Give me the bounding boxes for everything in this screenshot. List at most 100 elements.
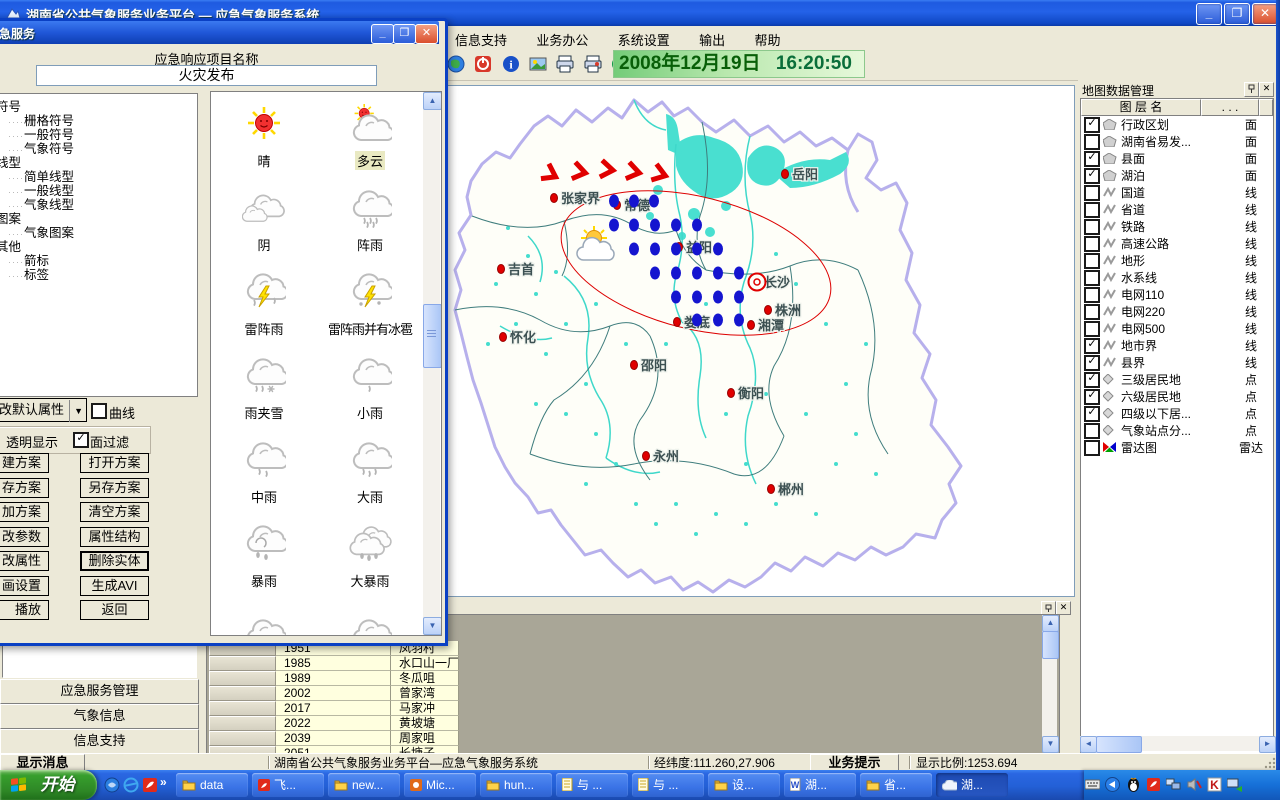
task-button[interactable]: 设... [708,773,780,797]
menu-help[interactable]: 帮助 [754,30,780,49]
tray-mute-icon[interactable] [1187,777,1202,792]
layer-row[interactable]: 铁路线 [1081,218,1273,235]
new-plan-button[interactable]: 建方案 [0,453,49,473]
sidebar-item-emergency-mgmt[interactable]: 应急服务管理 [0,679,199,704]
tray-monitor-icon[interactable] [1227,777,1242,792]
save-plan-button[interactable]: 存方案 [0,478,49,498]
tray-qq-icon[interactable] [1126,777,1141,792]
layer-checkbox[interactable] [1084,134,1100,150]
layer-checkbox[interactable]: ✓ [1084,355,1100,371]
weather-item-cloudy[interactable]: 多云 [317,104,423,188]
layer-row[interactable]: 高速公路线 [1081,235,1273,252]
weather-item-overcast[interactable]: 阴 [211,188,317,272]
tree-item[interactable]: ····简单线型 [0,170,197,184]
layer-row[interactable]: ✓地市界线 [1081,337,1273,354]
layer-row[interactable]: 国道线 [1081,184,1273,201]
tree-item[interactable]: ····栅格符号 [0,114,197,128]
weather-item-sleet[interactable]: 雨夹雪 [211,356,317,440]
quicklaunch-ie-icon[interactable] [123,777,139,793]
menu-output[interactable]: 输出 [699,30,725,49]
dock-pin-icon[interactable] [1041,601,1056,615]
layer-row[interactable]: ✓县面面 [1081,150,1273,167]
return-button[interactable]: 返回 [80,600,149,620]
globe-icon[interactable] [447,55,465,73]
layer-checkbox[interactable]: ✓ [1084,389,1100,405]
header-extra[interactable] [1259,99,1273,116]
layer-checkbox[interactable] [1084,287,1100,303]
face-filter-checkbox[interactable]: ✓ [73,432,89,448]
layer-row[interactable]: ✓湖泊面 [1081,167,1273,184]
image-icon[interactable] [529,55,547,73]
save-as-plan-button[interactable]: 另存方案 [80,478,149,498]
project-name-input[interactable]: 火灾发布 [36,65,377,86]
weather-item-rainstorm[interactable]: 暴雨 [211,524,317,608]
table-row[interactable]: 2002曾家湾 [209,686,461,701]
close-button[interactable]: ✕ [1252,3,1278,25]
weather-item-moderate-rain[interactable]: 中雨 [211,440,317,524]
layer-row[interactable]: 电网220线 [1081,303,1273,320]
header-layer-name[interactable]: 图 层 名 [1081,99,1201,116]
layer-checkbox[interactable]: ✓ [1084,151,1100,167]
layer-checkbox[interactable] [1084,219,1100,235]
weather-item-heavy-rainstorm[interactable]: 大暴雨 [317,524,423,608]
delete-entity-button[interactable]: 删除实体 [80,551,149,571]
tree-item[interactable]: ····标签 [0,268,197,282]
table-row[interactable]: 2022黄坡塘 [209,716,461,731]
layer-row[interactable]: 省道线 [1081,201,1273,218]
layer-checkbox[interactable] [1084,440,1100,456]
weather-item-shower[interactable]: 阵雨 [317,188,423,272]
table-row[interactable]: 1985水口山一厂 [209,656,461,671]
weather-vscrollbar[interactable]: ▲ ▼ [423,92,440,633]
resize-grip[interactable] [1264,757,1276,769]
tree-item[interactable]: ····箭标 [0,254,197,268]
print-icon[interactable] [556,55,574,73]
weather-item-thunderstorm[interactable]: 雷阵雨 [211,272,317,356]
layer-row[interactable]: 湖南省易发...面 [1081,133,1273,150]
tree-item[interactable]: 线型 [0,156,197,170]
start-button[interactable]: 开始 [0,770,97,800]
quicklaunch-fetion-icon[interactable] [142,777,158,793]
menu-business-office[interactable]: 业务办公 [536,30,588,49]
layer-checkbox[interactable] [1084,236,1100,252]
tray-kaspersky-icon[interactable]: K [1207,777,1222,792]
clear-plan-button[interactable]: 清空方案 [80,502,149,522]
menu-info-support[interactable]: 信息支持 [455,30,507,49]
task-button-active[interactable]: 湖... [936,773,1008,797]
sidebar-list-box[interactable] [2,643,197,678]
layer-checkbox[interactable] [1084,321,1100,337]
layer-row[interactable]: ✓县界线 [1081,354,1273,371]
table-row[interactable]: 1989冬瓜咀 [209,671,461,686]
transparent-label[interactable]: 透明显示 [6,432,58,451]
weather-item-light-rain[interactable]: 小雨 [317,356,423,440]
weather-item-sunny[interactable]: 晴 [211,104,317,188]
task-button[interactable]: 飞... [252,773,324,797]
layer-checkbox[interactable] [1084,270,1100,286]
tray-language-icon[interactable] [1105,777,1120,792]
anim-settings-button[interactable]: 画设置 [0,576,49,596]
weather-item-thunderstorm-hail[interactable]: 雷阵雨并有冰雹 [317,272,423,356]
tree-item[interactable]: ····一般线型 [0,184,197,198]
layer-checkbox[interactable] [1084,304,1100,320]
weather-item-heavy-rain[interactable]: 大雨 [317,440,423,524]
layer-checkbox[interactable]: ✓ [1084,117,1100,133]
task-button[interactable]: 省... [860,773,932,797]
map-canvas[interactable]: 张家界 岳阳 常德 吉首 益阳 长沙 娄底 株洲 湘潭 怀化 邵阳 衡阳 永州 … [443,85,1075,597]
info-icon[interactable]: i [502,55,520,73]
sidebar-item-weather-info[interactable]: 气象信息 [0,704,199,729]
layer-checkbox[interactable]: ✓ [1084,338,1100,354]
task-button[interactable]: Mic... [404,773,476,797]
dialog-minimize-button[interactable]: _ [371,24,394,44]
menu-system-settings[interactable]: 系统设置 [618,30,670,49]
task-button[interactable]: data [176,773,248,797]
sidebar-item-info-support[interactable]: 信息支持 [0,729,199,754]
layer-checkbox[interactable]: ✓ [1084,406,1100,422]
layer-row[interactable]: 地形线 [1081,252,1273,269]
layer-checkbox[interactable] [1084,423,1100,439]
task-button[interactable]: 与 ... [632,773,704,797]
minimize-button[interactable]: _ [1196,3,1222,25]
open-plan-button[interactable]: 打开方案 [80,453,149,473]
layer-row[interactable]: ✓四级以下居...点 [1081,405,1273,422]
generate-avi-button[interactable]: 生成AVI [80,576,149,596]
play-button[interactable]: 播放 [0,600,49,620]
add-plan-button[interactable]: 加方案 [0,502,49,522]
